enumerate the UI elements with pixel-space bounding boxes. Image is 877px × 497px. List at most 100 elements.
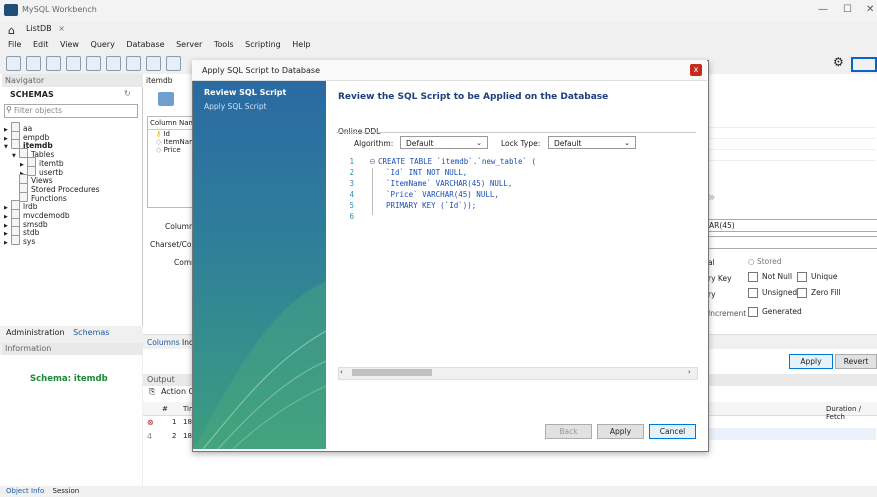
- fold-guide: [372, 168, 373, 215]
- line-number: 3: [349, 179, 354, 188]
- fold-toggle-icon[interactable]: ⊖: [369, 157, 376, 166]
- output-row-1-num: 1: [172, 418, 177, 426]
- unique-checkbox[interactable]: Unique: [797, 272, 837, 282]
- algorithm-value: Default: [406, 139, 434, 148]
- primary-key-label: ry Key: [708, 274, 732, 283]
- output-type-icon[interactable]: ⎘: [149, 387, 155, 396]
- chevron-down-icon: ⌄: [624, 139, 630, 147]
- sql-text: CREATE TABLE `itemdb`.`new_table` (: [378, 157, 537, 166]
- tab-listdb[interactable]: ListDB ×: [26, 24, 65, 33]
- default-input[interactable]: [708, 236, 877, 249]
- zero-fill-checkbox[interactable]: Zero Fill: [797, 288, 841, 298]
- lock-type-select[interactable]: Default ⌄: [548, 136, 636, 149]
- unsigned-checkbox[interactable]: Unsigned: [748, 288, 797, 298]
- expand-arrow-down-icon[interactable]: ▼: [12, 153, 19, 159]
- create-view-icon[interactable]: [106, 56, 121, 71]
- sql-script-editor[interactable]: 1 CREATE TABLE `itemdb`.`new_table` ( 2 `Id…: [336, 157, 696, 367]
- sql-line: 5 PRIMARY KEY (`Id`));: [336, 201, 476, 210]
- column-header: Column Name: [148, 117, 196, 130]
- step-review-sql-script: Review SQL Script: [204, 88, 287, 97]
- editor-tab-itemdb[interactable]: itemdb: [146, 76, 172, 85]
- schema-info-text: Schema: itemdb: [30, 374, 108, 384]
- editor-apply-button[interactable]: Apply: [789, 354, 833, 369]
- inspector-icon[interactable]: [46, 56, 61, 71]
- menu-tools[interactable]: Tools: [214, 40, 234, 49]
- menu-server[interactable]: Server: [176, 40, 202, 49]
- menu-edit[interactable]: Edit: [33, 40, 49, 49]
- minimize-button[interactable]: —: [818, 4, 828, 15]
- sql-line: 2 `Id` INT NOT NULL,: [336, 168, 467, 177]
- create-table-icon[interactable]: [86, 56, 101, 71]
- layout-toggle-icon[interactable]: [851, 57, 877, 72]
- table-icon: [158, 92, 174, 106]
- algorithm-select[interactable]: Default ⌄: [400, 136, 488, 149]
- row-arrow-icon: 4: [147, 432, 153, 441]
- schema-info-value: Schema: itemdb: [30, 374, 108, 384]
- lock-type-label: Lock Type:: [501, 139, 541, 148]
- navigator-bottom-tabs: Administration Schemas: [0, 326, 148, 340]
- search-table-data-icon[interactable]: [166, 56, 181, 71]
- tab-listdb-label: ListDB: [26, 24, 52, 33]
- menu-help[interactable]: Help: [292, 40, 310, 49]
- datatype-value: AR(45): [709, 221, 735, 230]
- tab-schemas[interactable]: Schemas: [73, 328, 109, 337]
- datatype-input[interactable]: AR(45): [708, 219, 877, 232]
- create-schema-icon[interactable]: [66, 56, 81, 71]
- menu-database[interactable]: Database: [126, 40, 164, 49]
- menu-file[interactable]: File: [8, 40, 21, 49]
- open-sql-script-icon[interactable]: [26, 56, 41, 71]
- window-titlebar: [0, 0, 877, 22]
- dialog-close-button[interactable]: x: [690, 64, 702, 76]
- tab-columns[interactable]: Columns: [147, 338, 180, 347]
- line-number: 6: [349, 212, 354, 221]
- checkbox-icon: [748, 307, 758, 317]
- menu-scripting[interactable]: Scripting: [245, 40, 281, 49]
- virtual-radio-label: al: [708, 258, 715, 267]
- dialog-heading: Review the SQL Script to be Applied on t…: [338, 92, 609, 102]
- create-procedure-icon[interactable]: [126, 56, 141, 71]
- object-info-tabs: Object Info Session: [0, 486, 148, 497]
- column-row-id[interactable]: ⚷ Id: [148, 130, 196, 138]
- columns-list[interactable]: Column Name ⚷ Id ◇ ItemNam ◇ Price: [147, 116, 197, 208]
- chevron-down-icon: ⌄: [476, 139, 482, 147]
- new-sql-tab-icon[interactable]: [6, 56, 21, 71]
- refresh-icon[interactable]: ↻: [124, 89, 131, 98]
- collapse-icon[interactable]: »: [708, 190, 715, 204]
- column-properties-grid: [708, 117, 876, 169]
- editor-revert-button[interactable]: Revert: [835, 354, 877, 369]
- column-row-price[interactable]: ◇ Price: [148, 146, 196, 154]
- tab-object-info[interactable]: Object Info: [6, 487, 44, 495]
- cancel-button[interactable]: Cancel: [649, 424, 696, 439]
- scrollbar-thumb[interactable]: [352, 369, 432, 376]
- generated-checkbox[interactable]: Generated: [748, 307, 802, 317]
- checkbox-icon: [748, 288, 758, 298]
- maximize-button[interactable]: ☐: [843, 4, 852, 15]
- close-window-button[interactable]: ✕: [866, 4, 874, 15]
- column-row-itemname[interactable]: ◇ ItemNam: [148, 138, 196, 146]
- home-icon[interactable]: ⌂: [8, 24, 15, 37]
- checkbox-icon: [748, 272, 758, 282]
- line-number: 2: [349, 168, 354, 177]
- menu-view[interactable]: View: [60, 40, 79, 49]
- expand-arrow-right-icon[interactable]: ▶: [4, 240, 11, 246]
- information-header: Information: [2, 343, 143, 355]
- scroll-right-icon[interactable]: ›: [688, 368, 691, 376]
- expand-arrow-down-icon[interactable]: ▼: [4, 144, 11, 150]
- tab-administration[interactable]: Administration: [6, 328, 65, 337]
- settings-icon[interactable]: ⚙: [833, 55, 844, 69]
- back-button[interactable]: Back: [545, 424, 592, 439]
- tab-close-icon[interactable]: ×: [58, 24, 65, 33]
- mysql-workbench-logo-icon: [4, 4, 18, 16]
- menu-query[interactable]: Query: [91, 40, 115, 49]
- tab-session[interactable]: Session: [53, 487, 80, 495]
- sql-line: 6: [336, 212, 362, 221]
- not-null-checkbox[interactable]: Not Null: [748, 272, 792, 282]
- grid-row: [708, 128, 876, 139]
- line-number: 1: [349, 157, 354, 166]
- scroll-left-icon[interactable]: ‹: [340, 368, 343, 376]
- create-function-icon[interactable]: [146, 56, 161, 71]
- stored-radio[interactable]: ○ Stored: [748, 257, 782, 266]
- document-tabs-bar: [0, 22, 877, 38]
- dialog-apply-button[interactable]: Apply: [597, 424, 644, 439]
- tree-node-sys[interactable]: ▶ sys: [4, 235, 35, 246]
